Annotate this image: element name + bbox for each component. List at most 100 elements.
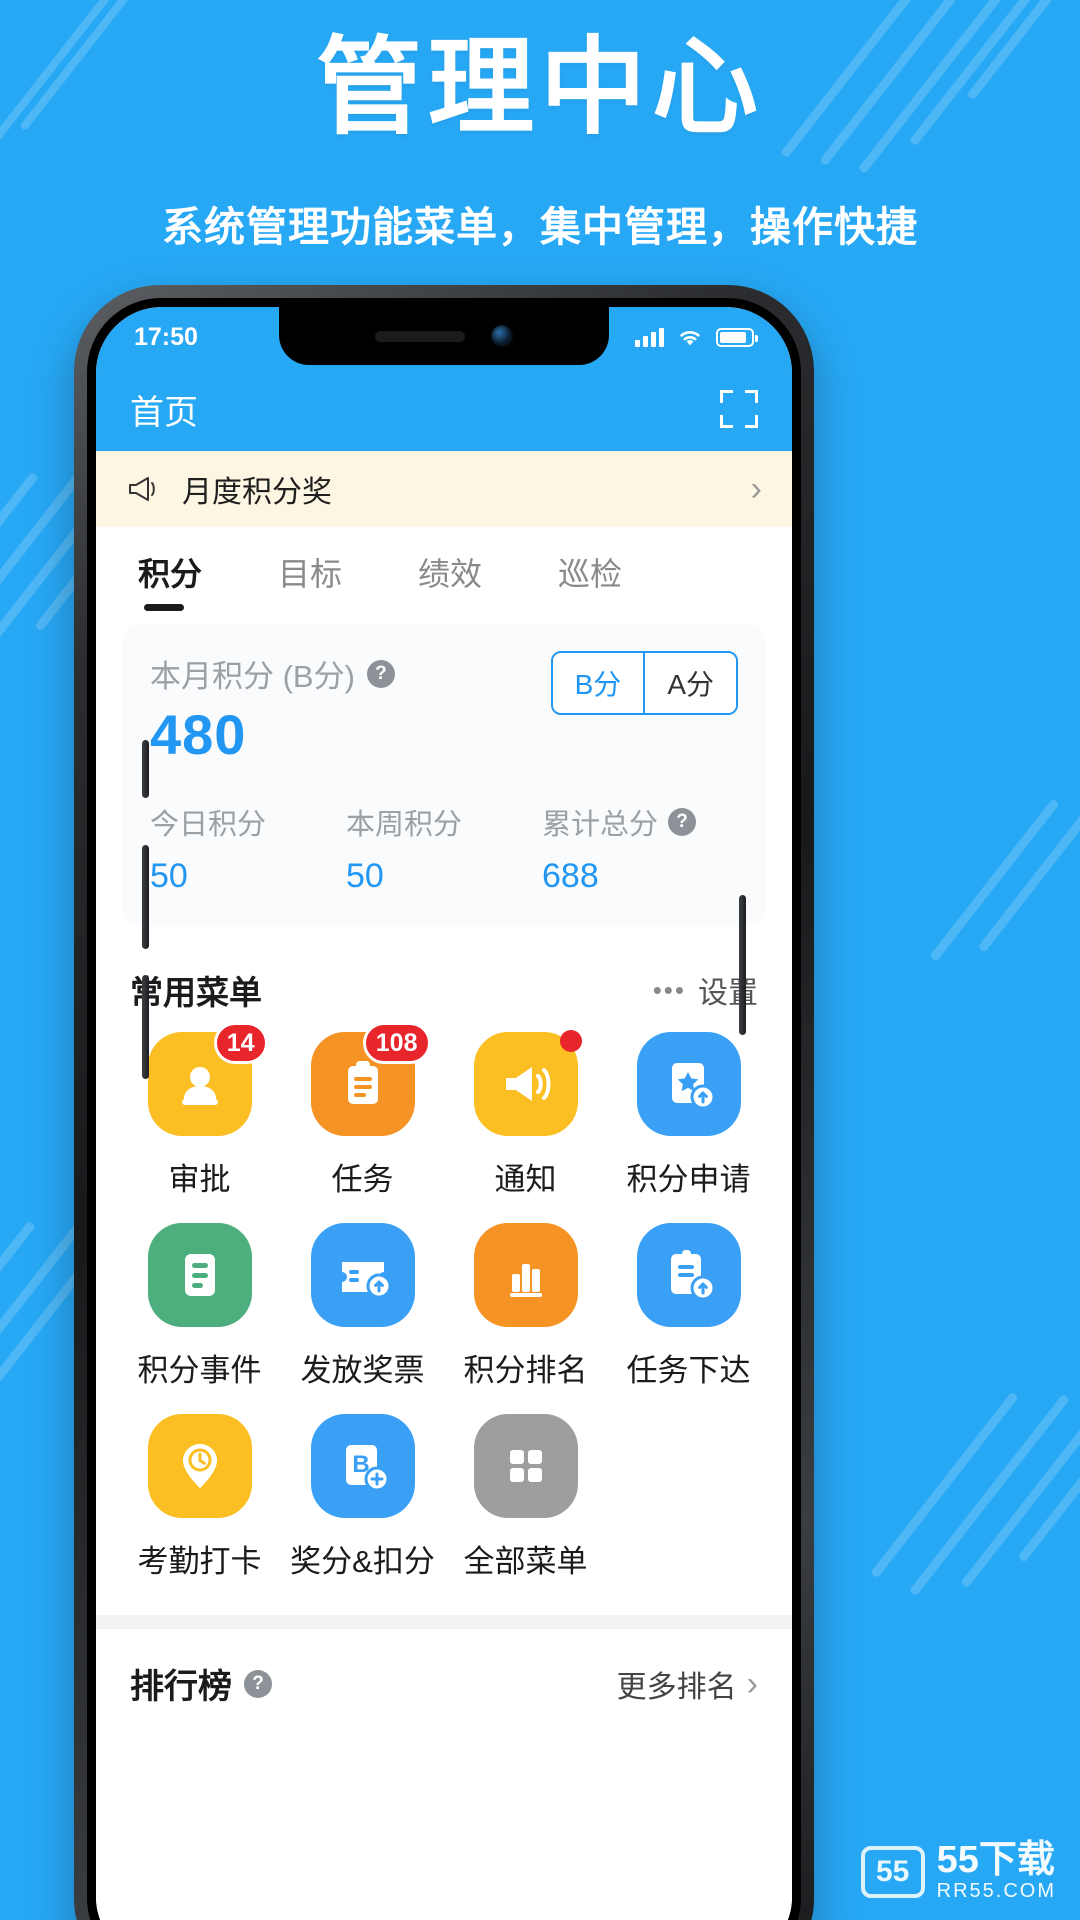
menu-item-label: 任务下达	[626, 1353, 751, 1388]
power-button[interactable]	[739, 895, 746, 1035]
megaphone-icon	[126, 474, 160, 504]
volume-down-button[interactable]	[142, 975, 149, 1079]
rank-more-button[interactable]: 更多排名 ›	[617, 1662, 758, 1706]
stat-label: 本周积分	[346, 801, 542, 843]
score-main: 本月积分 (B分) ? 480	[150, 651, 395, 767]
wifi-icon	[680, 331, 700, 346]
grid-spacer	[607, 1414, 770, 1581]
tab-label: 绩效	[418, 556, 483, 592]
front-camera-icon	[491, 325, 513, 347]
menu-item-notice[interactable]: 通知	[444, 1030, 607, 1199]
earpiece-speaker	[375, 330, 465, 342]
menu-item-label: 积分排名	[463, 1353, 588, 1388]
promo-banner: 管理中心 系统管理功能菜单，集中管理，操作快捷	[0, 0, 1080, 253]
phone-screen: 17:50 首页 月度积分奖 › 积分 目标 绩效 巡检 本月积分 (B分) ?…	[96, 307, 792, 1920]
rank-title-row: 排行榜 ?	[130, 1659, 272, 1708]
menu-item-label: 积分申请	[626, 1162, 751, 1197]
bar-chart-rank-icon	[473, 1223, 578, 1327]
menu-item-score-event[interactable]: 积分事件	[118, 1223, 281, 1390]
tab-label: 积分	[138, 556, 203, 592]
score-card: 本月积分 (B分) ? 480 B分 A分 今日积分 50 本周积分 50 累计…	[122, 625, 766, 926]
badge-count: 14	[213, 1022, 268, 1064]
stat-week: 本周积分 50	[346, 801, 542, 896]
page-body: 积分 目标 绩效 巡检 本月积分 (B分) ? 480 B分 A分 今日积分 5…	[96, 527, 792, 1920]
menu-item-all-menus[interactable]: 全部菜单	[444, 1414, 607, 1581]
menu-item-task[interactable]: 108 任务	[281, 1022, 444, 1199]
question-mark-icon[interactable]: ?	[244, 1669, 272, 1698]
score-card-header: 本月积分 (B分) ? 480 B分 A分	[150, 651, 738, 767]
score-label: 本月积分 (B分)	[150, 659, 355, 694]
more-dots-icon: •••	[652, 974, 686, 1005]
icon-wrap	[473, 1414, 578, 1518]
menu-item-label: 任务	[331, 1162, 394, 1197]
badge-count: 108	[362, 1022, 431, 1064]
tab-xunjian[interactable]: 巡检	[558, 549, 622, 617]
menu-settings-label: 设置	[698, 977, 758, 1010]
menu-item-label: 奖分&扣分	[290, 1544, 435, 1579]
grid-all-icon	[473, 1414, 578, 1518]
icon-wrap	[473, 1223, 578, 1327]
tab-mubiao[interactable]: 目标	[278, 549, 342, 617]
scan-icon[interactable]	[720, 390, 758, 428]
score-label-row: 本月积分 (B分) ?	[150, 651, 395, 696]
menu-item-score-apply[interactable]: 积分申请	[607, 1032, 770, 1199]
watermark: 55 55下载 RR55.COM	[860, 1839, 1056, 1902]
phone-notch	[279, 307, 609, 365]
icon-wrap	[473, 1030, 582, 1136]
tab-jifen[interactable]: 积分	[138, 549, 202, 617]
question-mark-icon[interactable]: ?	[366, 659, 395, 688]
stat-value: 50	[150, 857, 188, 895]
nav-bar: 首页	[96, 367, 792, 451]
chevron-right-icon: ›	[750, 470, 762, 508]
menu-title: 常用菜单	[130, 974, 262, 1011]
notice-bar[interactable]: 月度积分奖 ›	[96, 451, 792, 527]
stat-value: 50	[346, 857, 384, 895]
score-type-toggle[interactable]: B分 A分	[550, 651, 738, 715]
watermark-main: 55下载	[936, 1839, 1055, 1882]
stat-total: 累计总分 ? 688	[542, 801, 738, 896]
volume-up-button[interactable]	[142, 845, 149, 949]
rank-header: 排行榜 ? 更多排名 ›	[96, 1629, 792, 1708]
clock-location-icon	[147, 1414, 252, 1518]
status-indicators	[635, 326, 758, 348]
menu-item-label: 审批	[168, 1162, 231, 1197]
menu-item-label: 发放奖票	[300, 1353, 425, 1388]
tab-jixiao[interactable]: 绩效	[418, 549, 482, 617]
battery-icon	[716, 327, 758, 347]
mute-switch[interactable]	[142, 740, 149, 798]
nav-title: 首页	[130, 393, 198, 432]
ticket-issue-icon	[310, 1223, 415, 1327]
icon-wrap	[310, 1223, 415, 1327]
page-title: 管理中心	[316, 29, 764, 147]
phone-bezel: 17:50 首页 月度积分奖 › 积分 目标 绩效 巡检 本月积分 (B分) ?…	[87, 298, 801, 1920]
menu-item-label: 全部菜单	[463, 1544, 588, 1579]
tab-label: 巡检	[558, 556, 623, 592]
menu-item-bonus-deduct[interactable]: B 奖分&扣分	[281, 1414, 444, 1581]
icon-wrap: B	[310, 1414, 415, 1518]
score-stats-row: 今日积分 50 本周积分 50 累计总分 ? 688	[150, 801, 738, 896]
tab-label: 目标	[278, 556, 343, 592]
toggle-option-a[interactable]: A分	[643, 653, 736, 713]
toggle-option-b[interactable]: B分	[552, 653, 644, 713]
menu-item-attendance[interactable]: 考勤打卡	[118, 1414, 281, 1581]
section-divider	[96, 1615, 792, 1629]
task-assign-icon	[636, 1223, 741, 1327]
icon-wrap	[147, 1414, 252, 1518]
score-value: 480	[150, 703, 247, 766]
menu-item-label: 考勤打卡	[137, 1544, 262, 1579]
status-time: 17:50	[134, 322, 198, 351]
menu-item-issue-ticket[interactable]: 发放奖票	[281, 1223, 444, 1390]
phone-mockup: 17:50 首页 月度积分奖 › 积分 目标 绩效 巡检 本月积分 (B分) ?…	[74, 285, 814, 1920]
icon-wrap	[636, 1032, 741, 1136]
stat-label: 今日积分	[150, 801, 346, 843]
icon-wrap: 108	[310, 1022, 431, 1136]
page-subtitle: 系统管理功能菜单，集中管理，操作快捷	[162, 203, 918, 250]
rank-more-label: 更多排名	[616, 1670, 737, 1704]
question-mark-icon[interactable]: ?	[668, 808, 697, 836]
stat-label-text: 本周积分	[346, 809, 463, 841]
menu-item-task-assign[interactable]: 任务下达	[607, 1223, 770, 1390]
chevron-right-icon: ›	[746, 1664, 758, 1703]
menu-item-score-rank[interactable]: 积分排名	[444, 1223, 607, 1390]
menu-item-label: 积分事件	[137, 1353, 262, 1388]
menu-header: 常用菜单 ••• 设置	[96, 926, 792, 1032]
